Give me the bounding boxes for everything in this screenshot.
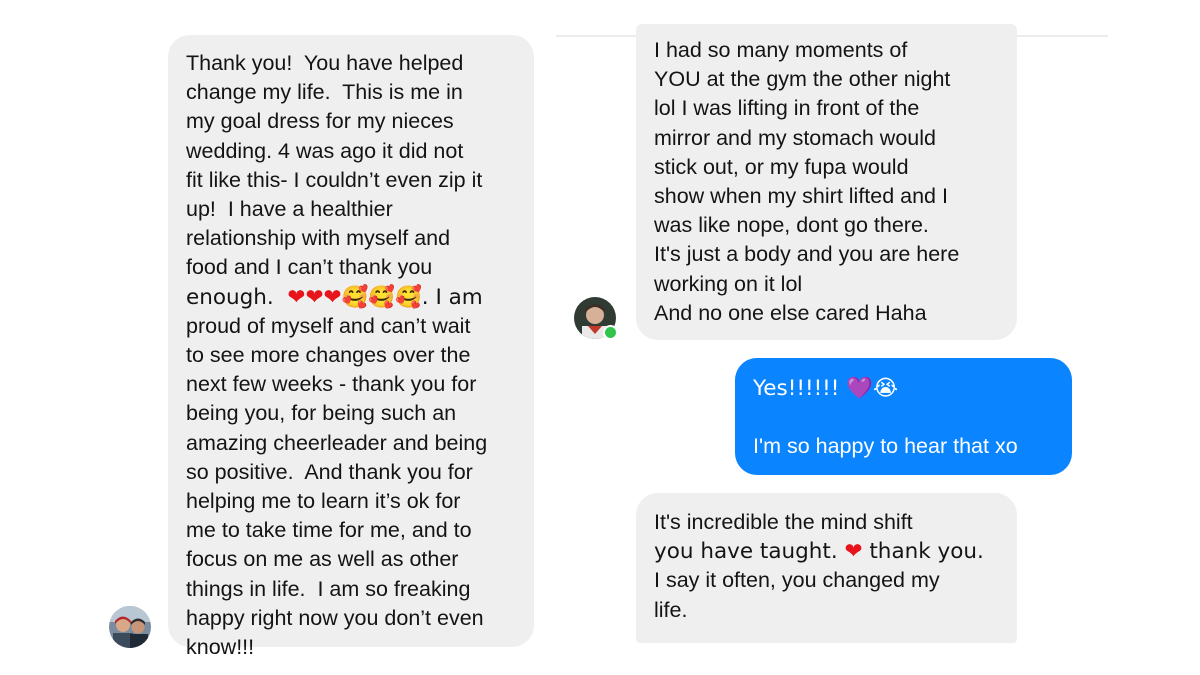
message-line: mirror and my stomach would [654,125,936,150]
message-line: I'm so happy to hear that xo [753,434,1018,459]
online-status-icon [603,325,618,340]
message-line: my goal dress for my nieces [186,109,454,134]
message-line: working on it lol [654,271,803,296]
message-line: life. [654,597,688,622]
message-line: And no one else cared Haha [654,300,927,325]
message-line: wedding. 4 was ago it did not [186,138,464,163]
message-line: enough. ❤❤❤🥰🥰🥰. I am [186,284,483,310]
message-line: YOU at the gym the other night [654,67,951,92]
message-line: food and I can’t thank you [186,255,433,280]
message-line: happy right now you don’t even [186,605,484,630]
avatar-photo-icon [109,606,151,648]
message-line: It's just a body and you are here [654,242,960,267]
message-line: so positive. And thank you for [186,459,473,484]
message-line: It's incredible the mind shift [654,510,913,534]
message-line: Thank you! You have helped [186,51,464,75]
message-line: change my life. This is me in [186,80,463,105]
message-line: proud of myself and can’t wait [186,313,471,338]
message-line: me to take time for me, and to [186,518,472,543]
message-line: focus on me as well as other [186,547,459,572]
message-line: I had so many moments of [654,38,908,62]
message-line: amazing cheerleader and being [186,430,488,455]
message-line: show when my shirt lifted and I [654,184,948,209]
message-line: relationship with myself and [186,226,451,251]
message-line: up! I have a healthier [186,197,393,222]
message-line: know!!! [186,635,255,660]
received-message-bubble[interactable]: It's incredible the mind shift you have … [636,493,1017,643]
message-line: you have taught. ❤ thank you. [654,539,984,565]
message-line: being you, for being such an [186,401,457,426]
sender-avatar[interactable] [109,606,151,648]
message-line: I say it often, you changed my [654,568,940,593]
message-line: helping me to learn it’s ok for [186,489,461,514]
message-line: stick out, or my fupa would [654,154,909,179]
message-line: lol I was lifting in front of the [654,96,920,121]
message-line: next few weeks - thank you for [186,372,477,397]
received-message-bubble[interactable]: I had so many moments of YOU at the gym … [636,24,1017,340]
received-message-bubble[interactable]: Thank you! You have helped change my lif… [168,35,534,659]
message-line: fit like this- I couldn’t even zip it [186,167,483,192]
message-line: things in life. I am so freaking [186,576,471,601]
message-line: Yes!!!!!! 💜😭 [753,376,899,401]
message-line [753,403,1054,432]
message-line: to see more changes over the [186,343,471,368]
message-line: was like nope, dont go there. [654,213,929,238]
sent-message-bubble[interactable]: Yes!!!!!! 💜😭 I'm so happy to hear that x… [735,358,1072,475]
